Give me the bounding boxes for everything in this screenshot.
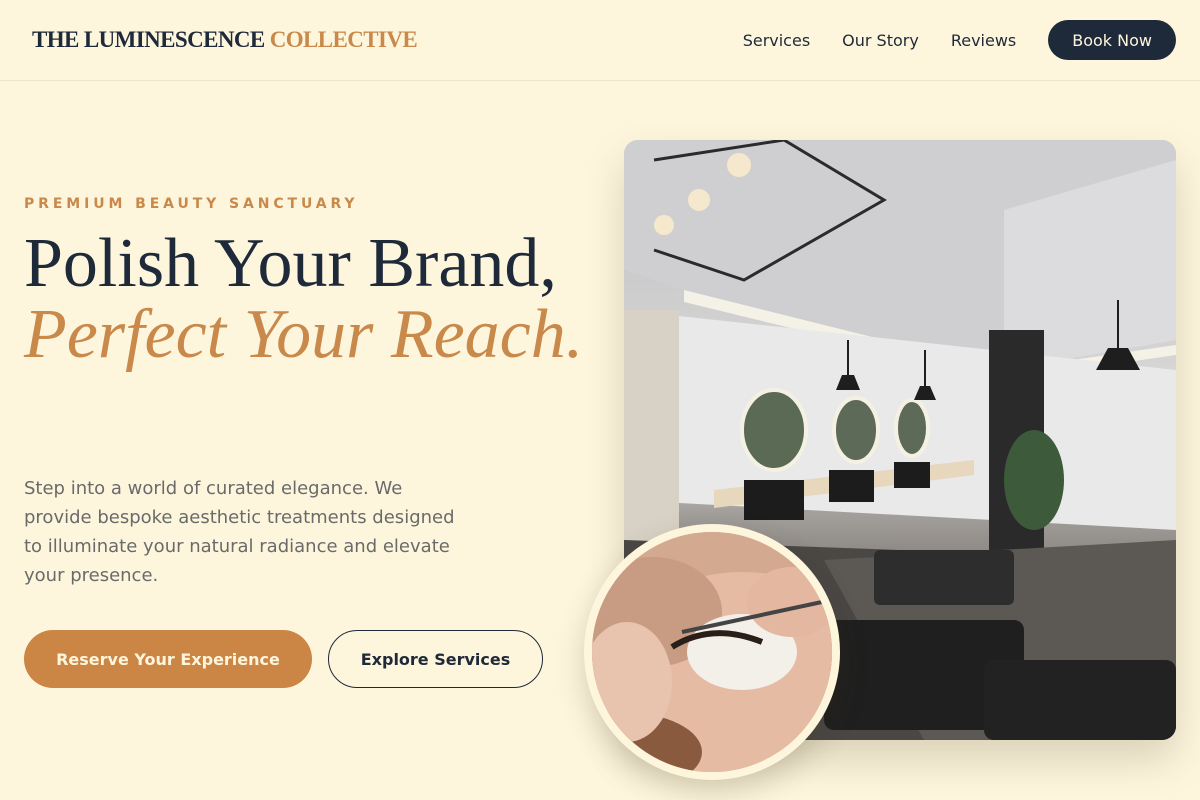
logo-main-text: THE LUMINESCENCE	[32, 27, 265, 52]
nav-link-services[interactable]: Services	[743, 31, 810, 50]
hero-eyebrow: PREMIUM BEAUTY SANCTUARY	[24, 196, 359, 212]
hero-headline: Polish Your Brand, Perfect Your Reach.	[24, 228, 604, 370]
nav-link-reviews[interactable]: Reviews	[951, 31, 1016, 50]
logo-accent-text: COLLECTIVE	[269, 27, 418, 52]
brand-logo[interactable]: THE LUMINESCENCE COLLECTIVE	[32, 27, 418, 53]
lash-treatment-image	[584, 524, 840, 780]
site-header: THE LUMINESCENCE COLLECTIVE Services Our…	[0, 0, 1200, 81]
book-now-button[interactable]: Book Now	[1048, 20, 1176, 60]
hero-description: Step into a world of curated elegance. W…	[24, 478, 455, 586]
reserve-experience-button[interactable]: Reserve Your Experience	[24, 630, 312, 688]
explore-services-button[interactable]: Explore Services	[328, 630, 543, 688]
nav-link-our-story[interactable]: Our Story	[842, 31, 919, 50]
main-nav: Services Our Story Reviews Book Now	[711, 20, 1176, 60]
headline-italic: Perfect Your Reach.	[24, 296, 584, 373]
headline-line-1: Polish Your Brand,	[24, 225, 557, 302]
